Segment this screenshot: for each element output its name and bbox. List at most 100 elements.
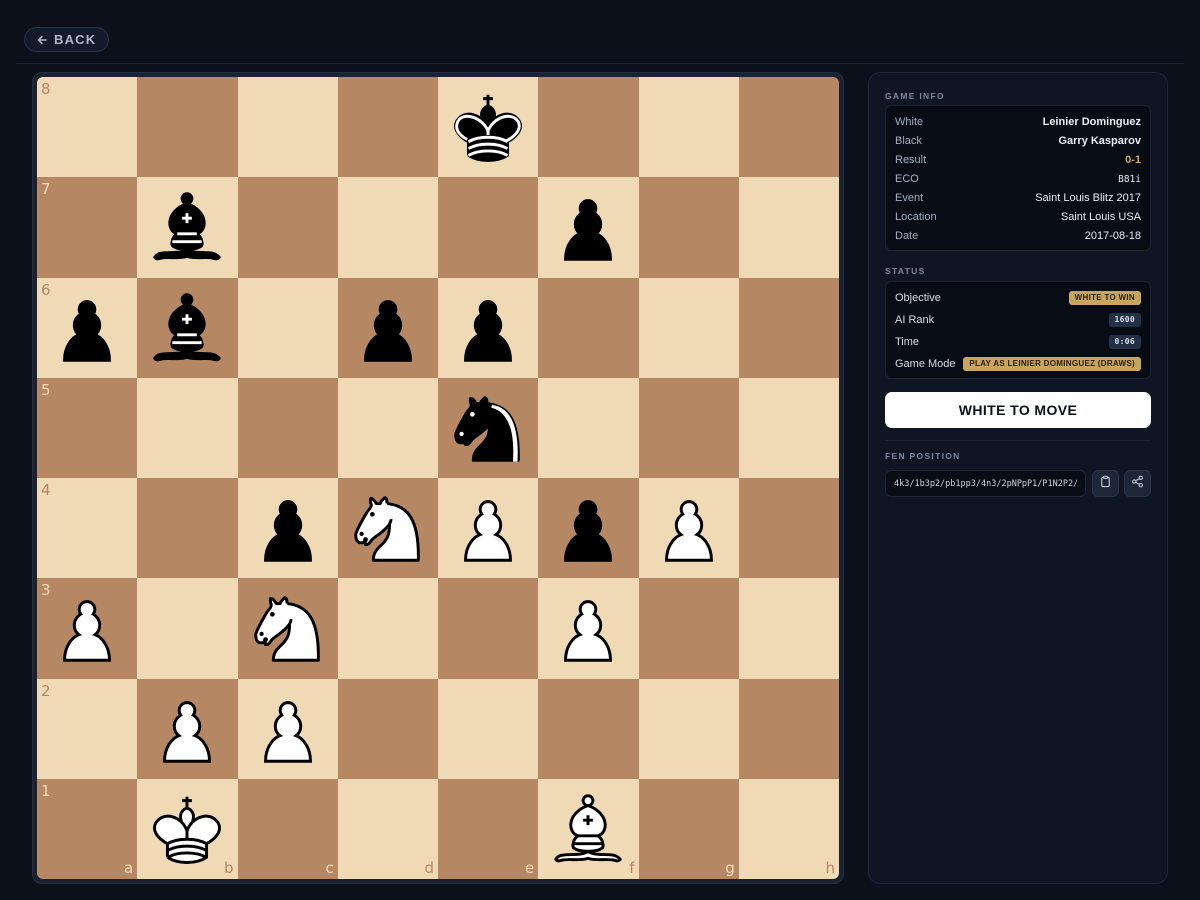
square-b3[interactable] bbox=[137, 578, 238, 679]
square-h5[interactable] bbox=[738, 377, 839, 478]
info-row-location: Location Saint Louis USA bbox=[895, 210, 1141, 224]
section-divider bbox=[885, 440, 1151, 441]
info-row-date: Date 2017-08-18 bbox=[895, 229, 1141, 243]
square-g7[interactable] bbox=[638, 177, 739, 278]
square-e7[interactable] bbox=[438, 177, 539, 278]
square-f7[interactable] bbox=[538, 177, 639, 278]
file-label: e bbox=[525, 859, 535, 877]
square-a5[interactable]: 5 bbox=[37, 377, 138, 478]
square-a7[interactable]: 7 bbox=[37, 177, 138, 278]
square-h4[interactable] bbox=[738, 478, 839, 579]
square-d8[interactable] bbox=[337, 77, 438, 178]
white-king-icon bbox=[153, 796, 222, 864]
back-button-label: BACK bbox=[54, 32, 97, 47]
time-badge: 0:06 bbox=[1108, 335, 1141, 349]
square-c2[interactable] bbox=[237, 678, 338, 779]
square-e2[interactable] bbox=[438, 678, 539, 779]
square-h2[interactable] bbox=[738, 678, 839, 779]
square-g2[interactable] bbox=[638, 678, 739, 779]
square-h3[interactable] bbox=[738, 578, 839, 679]
white-bishop-icon bbox=[554, 794, 623, 863]
square-b1[interactable]: b bbox=[137, 778, 238, 879]
back-button[interactable]: BACK bbox=[24, 27, 110, 52]
square-h6[interactable] bbox=[738, 277, 839, 378]
square-g1[interactable]: g bbox=[638, 778, 739, 879]
square-c6[interactable] bbox=[237, 277, 338, 378]
square-d1[interactable]: d bbox=[337, 778, 438, 879]
square-g5[interactable] bbox=[638, 377, 739, 478]
square-b8[interactable] bbox=[137, 77, 238, 178]
square-e3[interactable] bbox=[438, 578, 539, 679]
chess-board[interactable]: 8 7 6543 2 1abcd efg h bbox=[37, 77, 839, 879]
square-c5[interactable] bbox=[237, 377, 338, 478]
square-f1[interactable]: f bbox=[538, 778, 639, 879]
copy-fen-button[interactable] bbox=[1092, 470, 1119, 497]
square-c3[interactable] bbox=[237, 578, 338, 679]
black-pawn-icon bbox=[564, 500, 613, 562]
square-f2[interactable] bbox=[538, 678, 639, 779]
turn-indicator-button[interactable]: WHITE TO MOVE bbox=[885, 392, 1151, 428]
share-button[interactable] bbox=[1124, 470, 1151, 497]
square-b6[interactable] bbox=[137, 277, 238, 378]
white-pawn-icon bbox=[664, 500, 713, 562]
white-pawn-icon bbox=[163, 700, 212, 763]
square-c8[interactable] bbox=[237, 77, 338, 178]
square-d6[interactable] bbox=[337, 277, 438, 378]
fen-title: FEN POSITION bbox=[885, 451, 961, 461]
square-d4[interactable] bbox=[337, 478, 438, 579]
square-a6[interactable]: 6 bbox=[37, 277, 138, 378]
square-g8[interactable] bbox=[638, 77, 739, 178]
white-pawn-icon bbox=[63, 600, 112, 663]
square-e1[interactable]: e bbox=[438, 778, 539, 879]
white-player-name: Leinier Dominguez bbox=[1042, 116, 1141, 128]
square-b7[interactable] bbox=[137, 177, 238, 278]
rank-label: 8 bbox=[41, 80, 51, 98]
square-g3[interactable] bbox=[638, 578, 739, 679]
square-e6[interactable] bbox=[438, 277, 539, 378]
square-b2[interactable] bbox=[137, 678, 238, 779]
rank-label: 1 bbox=[41, 781, 51, 800]
white-pawn-icon bbox=[564, 600, 613, 663]
square-c4[interactable] bbox=[237, 478, 338, 579]
square-b5[interactable] bbox=[137, 377, 238, 478]
location-value: Saint Louis USA bbox=[1060, 211, 1141, 223]
info-label: Black bbox=[895, 135, 922, 147]
square-f3[interactable] bbox=[538, 578, 639, 679]
square-a3[interactable]: 3 bbox=[37, 578, 138, 679]
square-e4[interactable] bbox=[438, 478, 539, 579]
black-bishop-icon bbox=[153, 192, 222, 261]
status-label: Objective bbox=[895, 292, 941, 304]
square-e8[interactable] bbox=[438, 77, 539, 178]
square-d7[interactable] bbox=[337, 177, 438, 278]
rank-label: 2 bbox=[41, 681, 51, 700]
square-g4[interactable] bbox=[638, 478, 739, 579]
black-pawn-icon bbox=[263, 500, 312, 562]
square-c7[interactable] bbox=[237, 177, 338, 278]
white-pawn-icon bbox=[464, 500, 513, 562]
square-e5[interactable] bbox=[438, 377, 539, 478]
square-d3[interactable] bbox=[337, 578, 438, 679]
game-info-title: GAME INFO bbox=[885, 91, 945, 101]
rank-label: 7 bbox=[41, 180, 51, 199]
black-pawn-icon bbox=[363, 299, 412, 362]
square-a4[interactable]: 4 bbox=[37, 478, 138, 579]
square-f5[interactable] bbox=[538, 377, 639, 478]
square-d5[interactable] bbox=[337, 377, 438, 478]
file-label: h bbox=[825, 859, 835, 877]
square-a2[interactable]: 2 bbox=[37, 678, 138, 779]
square-h7[interactable] bbox=[738, 177, 839, 278]
square-d2[interactable] bbox=[337, 678, 438, 779]
square-g6[interactable] bbox=[638, 277, 739, 378]
square-f8[interactable] bbox=[538, 77, 639, 178]
square-f6[interactable] bbox=[538, 277, 639, 378]
square-a8[interactable]: 8 bbox=[37, 77, 138, 178]
square-a1[interactable]: 1a bbox=[37, 778, 138, 879]
status-row-rank: AI Rank 1600 bbox=[895, 312, 1141, 328]
info-row-white: White Leinier Dominguez bbox=[895, 115, 1141, 129]
square-b4[interactable] bbox=[137, 478, 238, 579]
square-h1[interactable]: h bbox=[738, 778, 839, 879]
fen-input[interactable] bbox=[885, 470, 1086, 497]
square-c1[interactable]: c bbox=[237, 778, 338, 879]
square-h8[interactable] bbox=[738, 77, 839, 178]
square-f4[interactable] bbox=[538, 478, 639, 579]
